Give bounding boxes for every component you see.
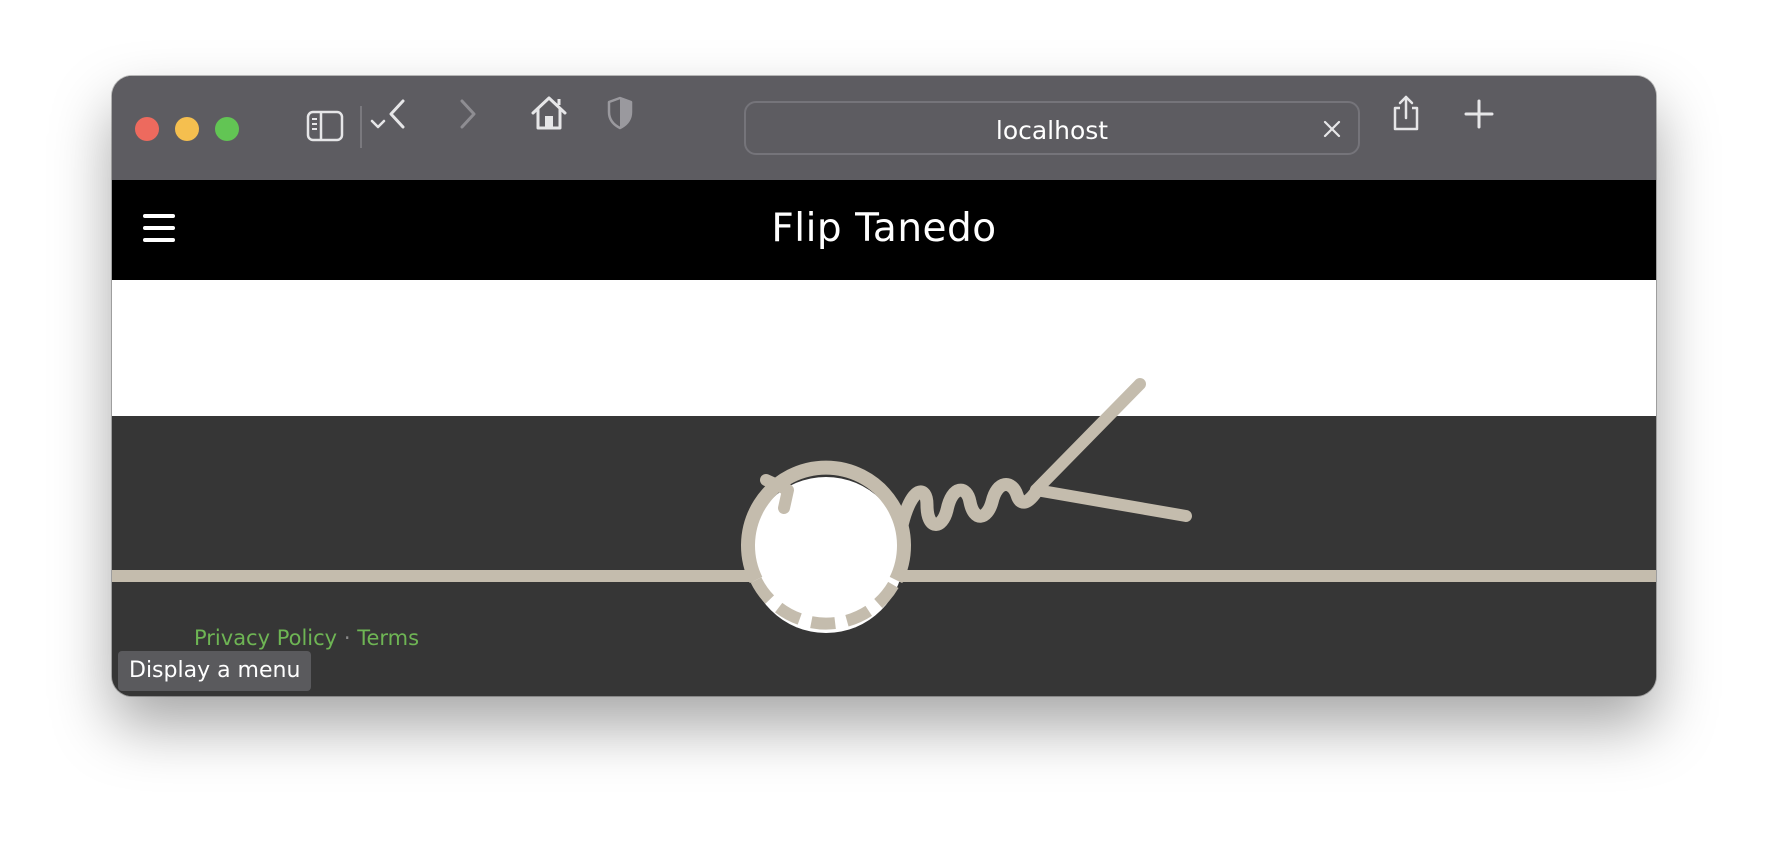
home-icon[interactable] — [529, 94, 569, 132]
zoom-window-button[interactable] — [215, 117, 239, 141]
share-icon[interactable] — [1390, 94, 1422, 132]
plus-icon[interactable] — [1464, 99, 1494, 129]
site-title[interactable]: Flip Tanedo — [112, 206, 1656, 251]
footer-separator: · — [343, 626, 351, 650]
forward-arrow-icon[interactable] — [455, 98, 479, 130]
site-header: Flip Tanedo — [112, 180, 1656, 280]
shield-icon[interactable] — [606, 96, 634, 130]
menu-tooltip: Display a menu — [118, 651, 312, 691]
minimize-window-button[interactable] — [175, 117, 199, 141]
close-icon[interactable] — [1322, 119, 1342, 139]
back-arrow-icon[interactable] — [386, 98, 410, 130]
sidebar-icon[interactable] — [306, 110, 344, 142]
url-text: localhost — [995, 116, 1109, 145]
browser-toolbar: localhost — [112, 76, 1656, 180]
privacy-policy-link[interactable]: Privacy Policy — [194, 626, 337, 650]
footer-links: Privacy Policy · Terms — [194, 626, 419, 650]
toolbar-divider — [360, 106, 362, 148]
browser-window: localhost Flip Tanedo Privacy Policy · T… — [112, 76, 1656, 696]
address-bar[interactable]: localhost — [744, 101, 1360, 155]
terms-link[interactable]: Terms — [357, 626, 419, 650]
chevron-down-icon[interactable] — [370, 118, 386, 132]
close-window-button[interactable] — [135, 117, 159, 141]
